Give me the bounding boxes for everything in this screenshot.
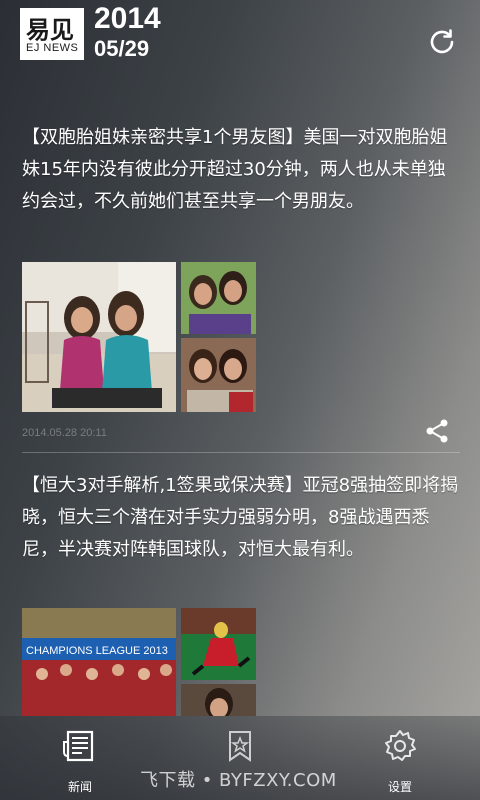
date-year: 2014 bbox=[94, 2, 161, 35]
card-divider bbox=[22, 452, 460, 453]
refresh-icon[interactable] bbox=[424, 24, 460, 60]
article-photo-small[interactable] bbox=[181, 684, 256, 716]
tab-news[interactable]: 新闻 bbox=[40, 728, 120, 798]
article-timestamp: 2014.05.28 20:11 bbox=[22, 427, 107, 439]
logo-cn-text: 易见 bbox=[26, 16, 74, 44]
tab-settings[interactable]: 设置 bbox=[360, 728, 440, 798]
news-headline[interactable]: 【恒大3对手解析,1签果或保决赛】亚冠8强抽签即将揭晓，恒大三个潜在对手实力强弱… bbox=[22, 470, 462, 566]
bookmark-star-icon bbox=[229, 731, 251, 762]
date-month-day: 05/29 bbox=[94, 36, 150, 61]
watermark-text: 飞下载 • BYFZXY.COM bbox=[140, 770, 337, 791]
news-headline[interactable]: 【双胞胎姐妹亲密共享1个男友图】美国一对双胞胎姐妹15年内没有彼此分开超过30分… bbox=[22, 122, 462, 218]
tab-news-label: 新闻 bbox=[67, 780, 92, 794]
photo-banner-text: CHAMPIONS LEAGUE 2013 bbox=[26, 645, 168, 657]
tab-settings-label: 设置 bbox=[387, 780, 412, 794]
app-logo: 易见 EJ NEWS bbox=[20, 8, 84, 60]
article-photo-small[interactable] bbox=[181, 338, 256, 412]
article-photo-small[interactable] bbox=[181, 262, 256, 334]
top-bar: 易见 EJ NEWS 2014 05/29 bbox=[0, 0, 480, 100]
article-photo-main[interactable] bbox=[22, 262, 176, 412]
gear-icon bbox=[385, 730, 416, 761]
article-photo-main[interactable]: CHAMPIONS LEAGUE 2013 bbox=[22, 608, 176, 716]
share-icon[interactable] bbox=[424, 418, 450, 444]
logo-en-text: EJ NEWS bbox=[26, 42, 79, 54]
article-photo-small[interactable] bbox=[181, 608, 256, 680]
date-display: 2014 05/29 bbox=[94, 4, 161, 60]
newspaper-icon bbox=[63, 730, 94, 762]
